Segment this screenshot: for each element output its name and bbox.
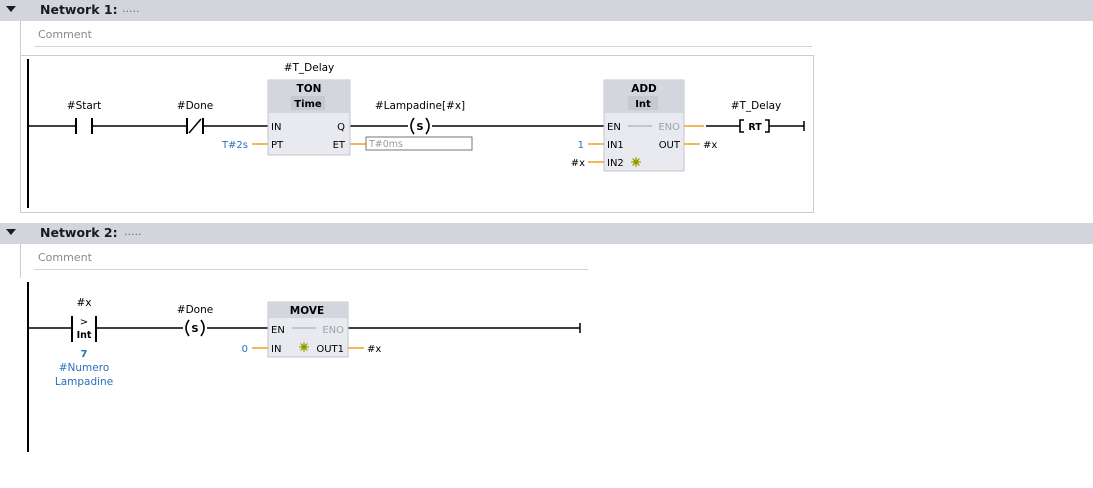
compare-operator: > xyxy=(80,317,88,328)
compare-ref-line2: Lampadine xyxy=(55,376,113,388)
move-pin-out1: OUT1 xyxy=(316,344,344,355)
network-2-ladder: #x > Int 7 #Numero Lampadine #Done S MOV… xyxy=(27,282,581,452)
compare-ref-line1: #Numero xyxy=(59,362,110,374)
move-block-name: MOVE xyxy=(290,305,324,317)
compare-value: 7 xyxy=(81,349,88,360)
move-pin-en: EN xyxy=(271,325,285,336)
move-in-value: 0 xyxy=(242,344,248,355)
compare-datatype: Int xyxy=(77,330,92,341)
move-out1-value: #x xyxy=(367,344,381,355)
move-pin-in: IN xyxy=(271,344,281,355)
compare-operand: #x xyxy=(76,297,91,309)
set-coil-done-symbol: S xyxy=(191,324,198,335)
move-output-star-icon[interactable] xyxy=(299,342,309,352)
move-pin-eno: ENO xyxy=(322,325,344,336)
set-coil-done-operand: #Done xyxy=(177,304,213,316)
